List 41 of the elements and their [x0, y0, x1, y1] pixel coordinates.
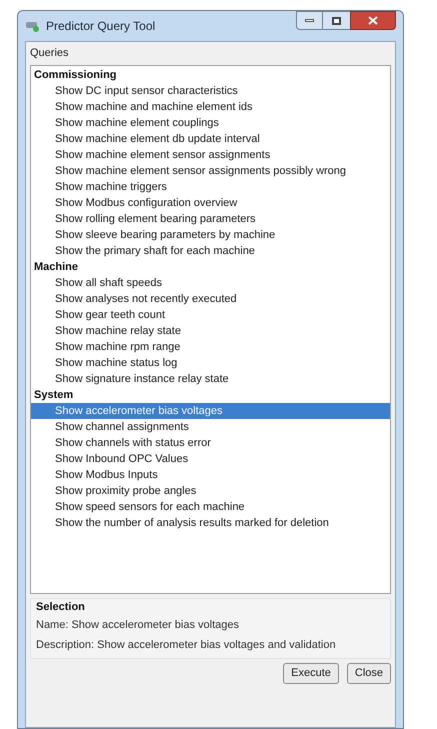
group-header[interactable]: Commissioning — [31, 66, 390, 82]
dialog-button[interactable]: Close — [346, 662, 391, 684]
selection-title: Selection — [36, 600, 86, 614]
query-item[interactable]: Show the number of analysis results marked for deletion — [31, 514, 390, 530]
query-item[interactable]: Show rolling element bearing parameters — [31, 210, 390, 226]
maximize-button[interactable] — [323, 11, 350, 30]
query-item[interactable]: Show machine status log — [31, 354, 390, 370]
window-title: Predictor Query Tool — [46, 18, 156, 35]
query-item[interactable]: Show machine element sensor assignments — [31, 146, 390, 162]
query-item[interactable]: Show gear teeth count — [31, 306, 390, 322]
query-item[interactable]: Show machine triggers — [31, 178, 390, 194]
query-item[interactable]: Show speed sensors for each machine — [31, 498, 390, 514]
query-item[interactable]: Show machine element db update interval — [31, 130, 390, 146]
query-item[interactable]: Show channels with status error — [31, 434, 390, 450]
query-item[interactable]: Show machine element sensor assignments possibly wrong — [31, 162, 390, 178]
selection-name: Name: Show accelerometer bias voltages — [36, 618, 240, 632]
query-item[interactable]: Show machine element couplings — [31, 114, 390, 130]
group-header[interactable]: System — [31, 386, 390, 402]
query-item[interactable]: Show the primary shaft for each machine — [31, 242, 390, 258]
query-item[interactable]: Show channel assignments — [31, 418, 390, 434]
app-icon — [25, 19, 41, 33]
query-item[interactable]: Show DC input sensor characteristics — [31, 82, 390, 98]
query-item[interactable]: Show machine relay state — [31, 322, 390, 338]
query-item[interactable]: Show Modbus configuration overview — [31, 194, 390, 210]
selection-description: Description: Show accelerometer bias voltages and validation — [36, 638, 337, 652]
query-item[interactable]: Show all shaft speeds — [31, 274, 390, 290]
close-button[interactable] — [350, 11, 396, 30]
query-item[interactable]: Show analyses not recently executed — [31, 290, 390, 306]
query-item[interactable]: Show Inbound OPC Values — [31, 450, 390, 466]
query-item[interactable]: Show accelerometer bias voltages — [31, 402, 390, 418]
close-icon — [368, 16, 378, 25]
query-item[interactable]: Show machine and machine element ids — [31, 98, 390, 114]
queries-label: Queries — [30, 46, 70, 61]
query-item[interactable]: Show signature instance relay state — [31, 370, 390, 386]
minimize-button[interactable] — [296, 11, 323, 30]
query-item[interactable]: Show machine rpm range — [31, 338, 390, 354]
group-header[interactable]: Machine — [31, 258, 390, 274]
query-item[interactable]: Show sleeve bearing parameters by machine — [31, 226, 390, 242]
query-item[interactable]: Show proximity probe angles — [31, 482, 390, 498]
dialog-button[interactable]: Execute — [283, 662, 339, 684]
query-item[interactable]: Show Modbus Inputs — [31, 466, 390, 482]
